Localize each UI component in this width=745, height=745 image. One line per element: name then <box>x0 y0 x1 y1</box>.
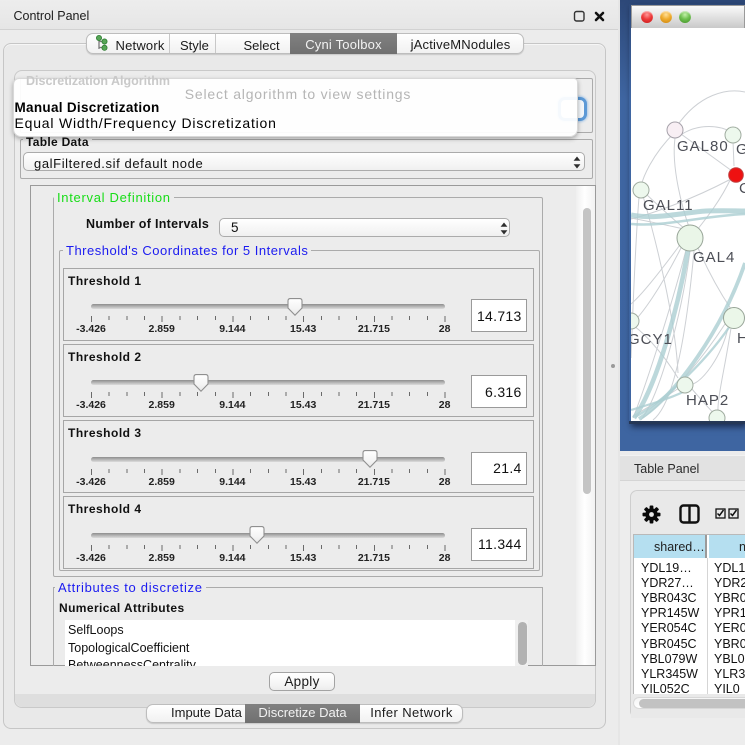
svg-text:GA: GA <box>736 141 745 158</box>
svg-text:GAL11: GAL11 <box>643 197 694 214</box>
svg-text:GAL4: GAL4 <box>693 249 735 266</box>
svg-text:H: H <box>737 330 745 347</box>
svg-text:HAP2: HAP2 <box>686 392 729 409</box>
svg-text:GAL80: GAL80 <box>677 138 729 155</box>
svg-text:C: C <box>739 180 745 197</box>
svg-text:GCY1: GCY1 <box>631 331 673 348</box>
